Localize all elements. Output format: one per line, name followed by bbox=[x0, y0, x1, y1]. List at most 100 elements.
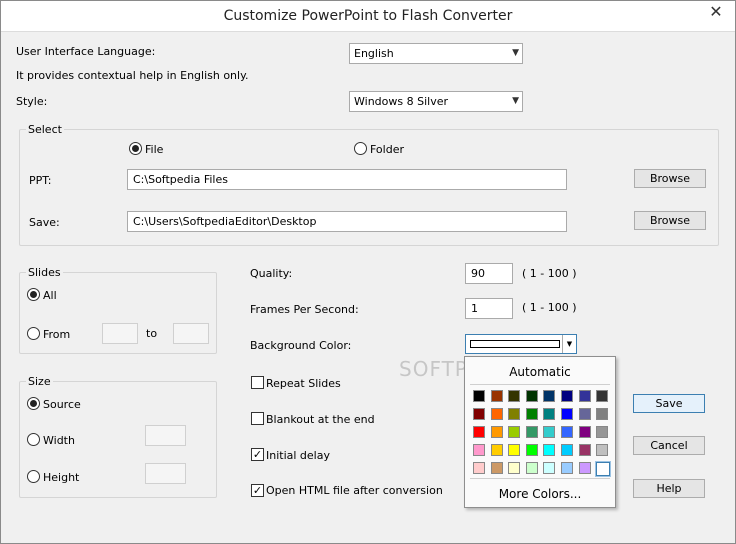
color-swatch[interactable] bbox=[596, 444, 609, 456]
color-swatch[interactable] bbox=[508, 426, 521, 438]
file-radio-label: File bbox=[145, 143, 164, 156]
ppt-label: PPT: bbox=[29, 174, 52, 187]
color-swatch[interactable] bbox=[578, 444, 591, 456]
save-path-label: Save: bbox=[29, 216, 60, 229]
color-swatch[interactable] bbox=[596, 390, 609, 402]
bg-color-picker[interactable]: ▼ bbox=[465, 334, 577, 354]
slides-group-label: Slides bbox=[26, 266, 63, 279]
color-swatch[interactable] bbox=[473, 426, 485, 438]
color-swatch[interactable] bbox=[525, 390, 538, 402]
converter-window: Customize PowerPoint to Flash Converter … bbox=[0, 0, 736, 544]
color-swatch[interactable] bbox=[490, 462, 503, 474]
slides-all-label: All bbox=[43, 289, 57, 302]
open-html-label: Open HTML file after conversion bbox=[266, 484, 443, 497]
color-swatch[interactable] bbox=[508, 408, 521, 420]
folder-radio[interactable] bbox=[354, 142, 367, 155]
color-swatch[interactable] bbox=[490, 426, 503, 438]
color-swatch[interactable] bbox=[596, 408, 609, 420]
size-source-radio[interactable] bbox=[27, 397, 40, 410]
color-swatch[interactable] bbox=[508, 444, 521, 456]
color-swatch[interactable] bbox=[561, 444, 573, 456]
save-button[interactable]: Save bbox=[633, 394, 705, 413]
open-html-checkbox[interactable]: ✓ bbox=[251, 484, 264, 497]
style-label: Style: bbox=[16, 95, 48, 108]
file-radio[interactable] bbox=[129, 142, 142, 155]
size-source-label: Source bbox=[43, 398, 81, 411]
select-group-label: Select bbox=[26, 123, 64, 136]
close-icon[interactable]: ✕ bbox=[701, 1, 731, 23]
color-swatch[interactable] bbox=[561, 462, 573, 474]
folder-radio-label: Folder bbox=[370, 143, 404, 156]
language-value: English bbox=[354, 47, 394, 60]
color-swatch[interactable] bbox=[490, 390, 503, 402]
chevron-down-icon: ▼ bbox=[512, 96, 519, 106]
repeat-slides-checkbox[interactable] bbox=[251, 376, 264, 389]
size-height-input[interactable] bbox=[145, 463, 186, 484]
color-swatch[interactable] bbox=[543, 444, 556, 456]
color-swatch[interactable] bbox=[561, 390, 573, 402]
color-swatch[interactable] bbox=[473, 444, 485, 456]
title-bar: Customize PowerPoint to Flash Converter … bbox=[1, 1, 735, 32]
save-browse-button[interactable]: Browse bbox=[634, 211, 706, 230]
style-value: Windows 8 Silver bbox=[354, 95, 448, 108]
window-title: Customize PowerPoint to Flash Converter bbox=[223, 8, 513, 24]
size-width-input[interactable] bbox=[145, 425, 186, 446]
cancel-button[interactable]: Cancel bbox=[633, 436, 705, 455]
automatic-color-option[interactable]: Automatic bbox=[465, 365, 615, 379]
ppt-browse-button[interactable]: Browse bbox=[634, 169, 706, 188]
initial-delay-label: Initial delay bbox=[266, 449, 330, 462]
color-swatch[interactable] bbox=[490, 444, 503, 456]
initial-delay-checkbox[interactable]: ✓ bbox=[251, 448, 264, 461]
color-swatch[interactable] bbox=[578, 408, 591, 420]
slides-all-radio[interactable] bbox=[27, 288, 40, 301]
slides-from-radio[interactable] bbox=[27, 327, 40, 340]
quality-input[interactable]: 90 bbox=[465, 263, 513, 284]
color-swatch[interactable] bbox=[473, 462, 485, 474]
color-swatch[interactable] bbox=[578, 426, 591, 438]
language-label: User Interface Language: bbox=[16, 45, 156, 58]
ppt-path-input[interactable]: C:\Softpedia Files bbox=[127, 169, 567, 190]
slides-to-label: to bbox=[146, 327, 158, 340]
language-dropdown[interactable]: English ▼ bbox=[349, 43, 523, 64]
size-width-radio[interactable] bbox=[27, 433, 40, 446]
color-swatch[interactable] bbox=[508, 462, 521, 474]
color-swatch[interactable] bbox=[543, 408, 556, 420]
color-swatch[interactable] bbox=[578, 390, 591, 402]
size-height-label: Height bbox=[43, 471, 80, 484]
style-dropdown[interactable]: Windows 8 Silver ▼ bbox=[349, 91, 523, 112]
blankout-checkbox[interactable] bbox=[251, 412, 264, 425]
quality-label: Quality: bbox=[250, 267, 293, 280]
color-swatch[interactable] bbox=[578, 462, 591, 474]
color-swatch[interactable] bbox=[508, 390, 521, 402]
slides-from-input[interactable] bbox=[102, 323, 138, 344]
bg-color-preview bbox=[470, 340, 560, 348]
size-width-label: Width bbox=[43, 434, 75, 447]
help-button[interactable]: Help bbox=[633, 479, 705, 498]
bg-color-label: Background Color: bbox=[250, 339, 352, 352]
color-swatch[interactable] bbox=[525, 426, 538, 438]
color-swatch[interactable] bbox=[473, 390, 485, 402]
color-swatch[interactable] bbox=[525, 444, 538, 456]
slides-to-input[interactable] bbox=[173, 323, 209, 344]
fps-input[interactable]: 1 bbox=[465, 298, 513, 319]
color-swatch[interactable] bbox=[473, 408, 485, 420]
more-colors-option[interactable]: More Colors... bbox=[465, 487, 615, 501]
quality-range: ( 1 - 100 ) bbox=[522, 267, 577, 280]
color-swatch[interactable] bbox=[490, 408, 503, 420]
color-swatch[interactable] bbox=[525, 462, 538, 474]
color-swatch[interactable] bbox=[525, 408, 538, 420]
color-swatch[interactable] bbox=[561, 408, 573, 420]
blankout-label: Blankout at the end bbox=[266, 413, 375, 426]
color-swatch[interactable] bbox=[596, 426, 609, 438]
color-swatch[interactable] bbox=[543, 390, 556, 402]
chevron-down-icon[interactable]: ▼ bbox=[562, 335, 576, 353]
fps-label: Frames Per Second: bbox=[250, 303, 359, 316]
slides-from-label: From bbox=[43, 328, 71, 341]
color-swatch[interactable] bbox=[595, 461, 612, 477]
color-swatch[interactable] bbox=[561, 426, 573, 438]
color-swatch[interactable] bbox=[543, 426, 556, 438]
repeat-slides-label: Repeat Slides bbox=[266, 377, 341, 390]
size-height-radio[interactable] bbox=[27, 470, 40, 483]
color-swatch[interactable] bbox=[543, 462, 556, 474]
save-path-input[interactable]: C:\Users\SoftpediaEditor\Desktop bbox=[127, 211, 567, 232]
